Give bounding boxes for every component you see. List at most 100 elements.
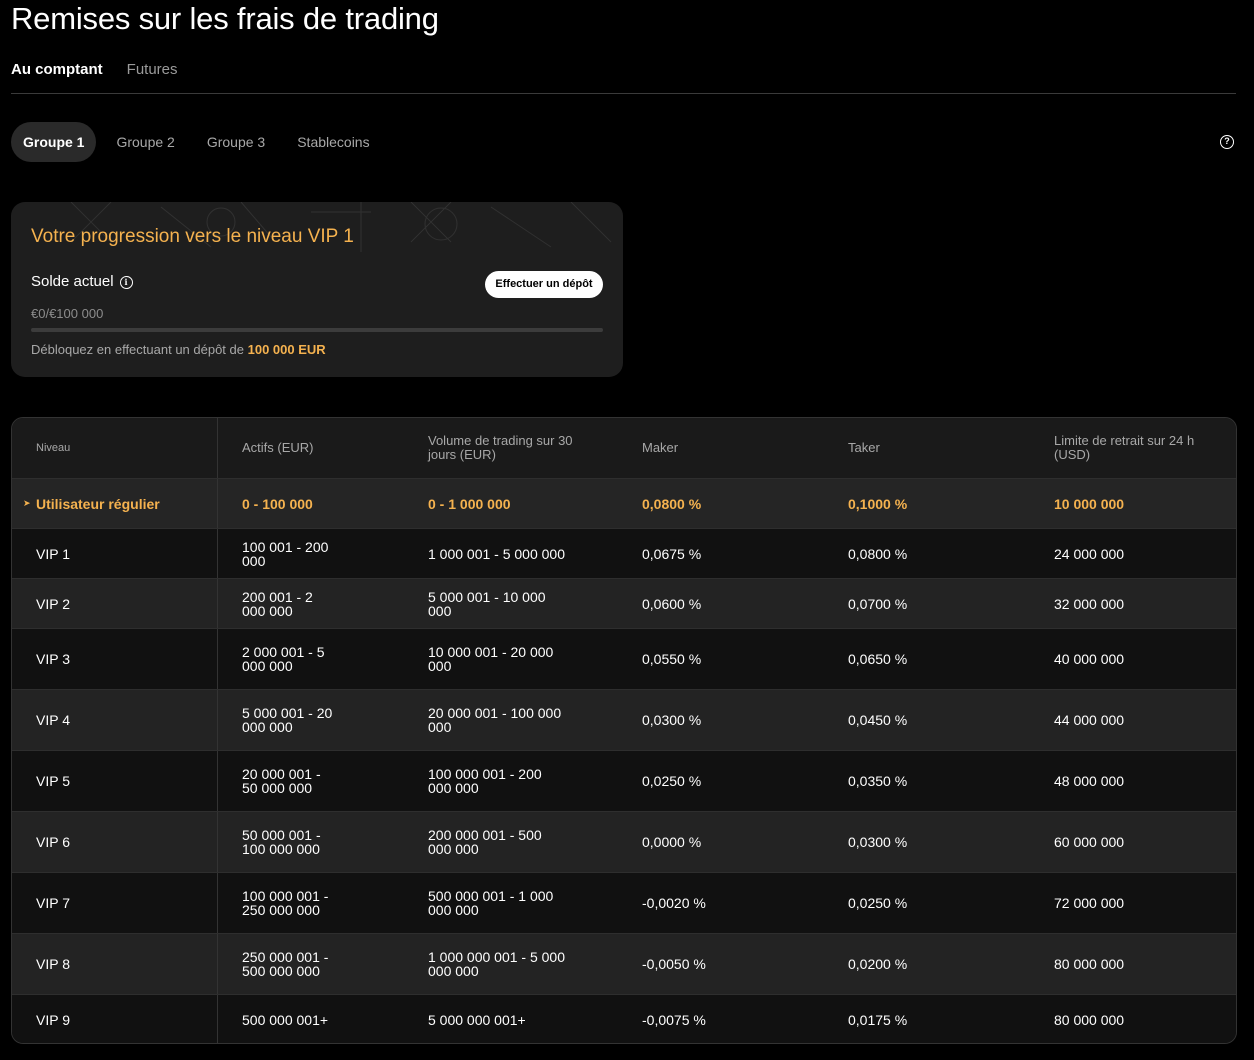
cell-maker: -0,0020 % [642, 895, 706, 911]
balance-label: Solde actuel i [31, 272, 133, 292]
tab-au-comptant[interactable]: Au comptant [11, 60, 103, 93]
cell-level: VIP 4 [12, 690, 218, 750]
cell-level: VIP 8 [12, 934, 218, 994]
table-row: VIP 5 20 000 001 - 50 000 000 100 000 001 … [12, 750, 1236, 811]
tab-groupe-3[interactable]: Groupe 3 [195, 122, 277, 162]
header-volume: Volume de trading sur 30 jours (EUR) [428, 433, 573, 462]
cell-maker: 0,0675 % [642, 545, 702, 562]
unlock-text: Débloquez en effectuant un dépôt de 100 … [31, 341, 326, 359]
header-maker: Maker [642, 440, 679, 455]
cell-assets: 100 001 - 200 000 [242, 538, 329, 569]
progress-bar [31, 328, 603, 332]
cell-level: Utilisateur régulier [12, 479, 218, 528]
cell-assets: 100 000 001 - 250 000 000 [242, 888, 329, 918]
vip-tier-table: Niveau Actifs (EUR) Volume de trading su… [11, 417, 1237, 1044]
vip-progress-card: Votre progression vers le niveau VIP 1 S… [11, 202, 623, 377]
cell-level: VIP 5 [12, 751, 218, 811]
cell-volume: 200 000 001 - 500 000 000 [428, 827, 542, 857]
unlock-amount: 100 000 EUR [247, 342, 326, 357]
cell-limit: 72 000 000 [1054, 895, 1125, 911]
cell-limit: 48 000 000 [1054, 773, 1125, 789]
table-header-row: Niveau Actifs (EUR) Volume de trading su… [12, 418, 1236, 478]
table-row: VIP 8 250 000 001 - 500 000 000 1 000 000 … [12, 933, 1236, 994]
cell-maker: -0,0075 % [642, 1011, 706, 1028]
cell-maker: 0,0550 % [642, 651, 702, 667]
cell-assets: 250 000 001 - 500 000 000 [242, 949, 329, 979]
tab-stablecoins[interactable]: Stablecoins [285, 122, 381, 162]
cell-volume: 5 000 001 - 10 000 000 [428, 588, 546, 619]
card-title: Votre progression vers le niveau VIP 1 [31, 226, 354, 247]
cell-limit: 32 000 000 [1054, 595, 1125, 612]
cell-volume: 20 000 001 - 100 000 000 [428, 705, 562, 735]
cell-taker: 0,0450 % [848, 712, 908, 728]
unlock-text-label: Débloquez en effectuant un dépôt de [31, 342, 244, 357]
cell-taker: 0,0250 % [848, 895, 908, 911]
cell-taker: 0,0300 % [848, 834, 908, 850]
cell-assets: 2 000 001 - 5 000 000 [242, 644, 325, 674]
cell-taker: 0,1000 % [848, 495, 908, 512]
cell-level: VIP 7 [12, 873, 218, 933]
header-limite: Limite de retrait sur 24 h (USD) [1054, 433, 1195, 462]
cell-limit: 24 000 000 [1054, 545, 1125, 562]
cell-level: VIP 3 [12, 629, 218, 689]
cell-limit: 40 000 000 [1054, 651, 1125, 667]
cell-assets: 500 000 001+ [242, 1011, 329, 1028]
cell-level: VIP 6 [12, 812, 218, 872]
cell-taker: 0,0800 % [848, 545, 908, 562]
table-row: VIP 9 500 000 001+ 5 000 000 001+ -0,0075 %… [12, 994, 1236, 1043]
tab-groupe-1[interactable]: Groupe 1 [11, 122, 97, 162]
cell-maker: 0,0800 % [642, 495, 702, 512]
table-row: VIP 3 2 000 001 - 5 000 000 10 000 001 - 2… [12, 628, 1236, 689]
cell-taker: 0,0350 % [848, 773, 908, 789]
cell-volume: 5 000 000 001+ [428, 1011, 526, 1028]
page-title: Remises sur les frais de trading [11, 1, 439, 36]
cell-taker: 0,0175 % [848, 1011, 908, 1028]
cell-taker: 0,0650 % [848, 651, 908, 667]
header-niveau: Niveau [12, 418, 218, 478]
cell-level: VIP 9 [12, 995, 218, 1043]
current-level-marker-icon: ➤ [23, 498, 31, 508]
cell-limit: 80 000 000 [1054, 956, 1125, 972]
cell-volume: 0 - 1 000 000 [428, 495, 511, 512]
cell-limit: 60 000 000 [1054, 834, 1125, 850]
table-row: VIP 2 200 001 - 2 000 000 5 000 001 - 10 0… [12, 578, 1236, 628]
table-row: VIP 7 100 000 001 - 250 000 000 500 000 00… [12, 872, 1236, 933]
table-row: VIP 4 5 000 001 - 20 000 000 20 000 001 - … [12, 689, 1236, 750]
info-circle-icon[interactable]: i [119, 275, 133, 289]
main-tabs: Au comptant Futures [11, 60, 1236, 94]
cell-limit: 44 000 000 [1054, 712, 1125, 728]
question-circle-icon[interactable]: ? [1220, 135, 1234, 149]
cell-maker: -0,0050 % [642, 956, 706, 972]
deposit-button[interactable]: Effectuer un dépôt [485, 271, 603, 298]
cell-level: VIP 1 [12, 529, 218, 578]
table-row: VIP 6 50 000 001 - 100 000 000 200 000 001… [12, 811, 1236, 872]
cell-assets: 20 000 001 - 50 000 000 [242, 766, 321, 796]
cell-volume: 100 000 001 - 200 000 000 [428, 766, 542, 796]
tab-futures[interactable]: Futures [127, 60, 178, 93]
balance-value: €0/€100 000 [31, 306, 104, 321]
table-row: ➤ Utilisateur régulier 0 - 100 000 0 - 1 00… [12, 478, 1236, 528]
cell-volume: 500 000 001 - 1 000 000 000 [428, 888, 554, 918]
cell-taker: 0,0200 % [848, 956, 908, 972]
cell-maker: 0,0000 % [642, 834, 702, 850]
header-taker: Taker [848, 440, 880, 455]
cell-limit: 10 000 000 [1054, 495, 1125, 512]
cell-maker: 0,0300 % [642, 712, 702, 728]
cell-assets: 5 000 001 - 20 000 000 [242, 705, 333, 735]
cell-maker: 0,0250 % [642, 773, 702, 789]
cell-maker: 0,0600 % [642, 595, 702, 612]
cell-assets: 0 - 100 000 [242, 495, 313, 512]
cell-level: VIP 2 [12, 579, 218, 628]
cell-volume: 10 000 001 - 20 000 000 [428, 644, 554, 674]
cell-volume: 1 000 001 - 5 000 000 [428, 545, 566, 562]
table-row: VIP 1 100 001 - 200 000 1 000 001 - 5 000 … [12, 528, 1236, 578]
cell-taker: 0,0700 % [848, 595, 908, 612]
cell-limit: 80 000 000 [1054, 1011, 1125, 1028]
group-tabs: Groupe 1 Groupe 2 Groupe 3 Stablecoins [11, 122, 390, 162]
cell-volume: 1 000 000 001 - 5 000 000 000 [428, 949, 566, 979]
header-actifs: Actifs (EUR) [242, 440, 314, 455]
balance-label-text: Solde actuel [31, 273, 114, 290]
cell-assets: 50 000 001 - 100 000 000 [242, 827, 321, 857]
tab-groupe-2[interactable]: Groupe 2 [104, 122, 186, 162]
cell-assets: 200 001 - 2 000 000 [242, 588, 313, 619]
